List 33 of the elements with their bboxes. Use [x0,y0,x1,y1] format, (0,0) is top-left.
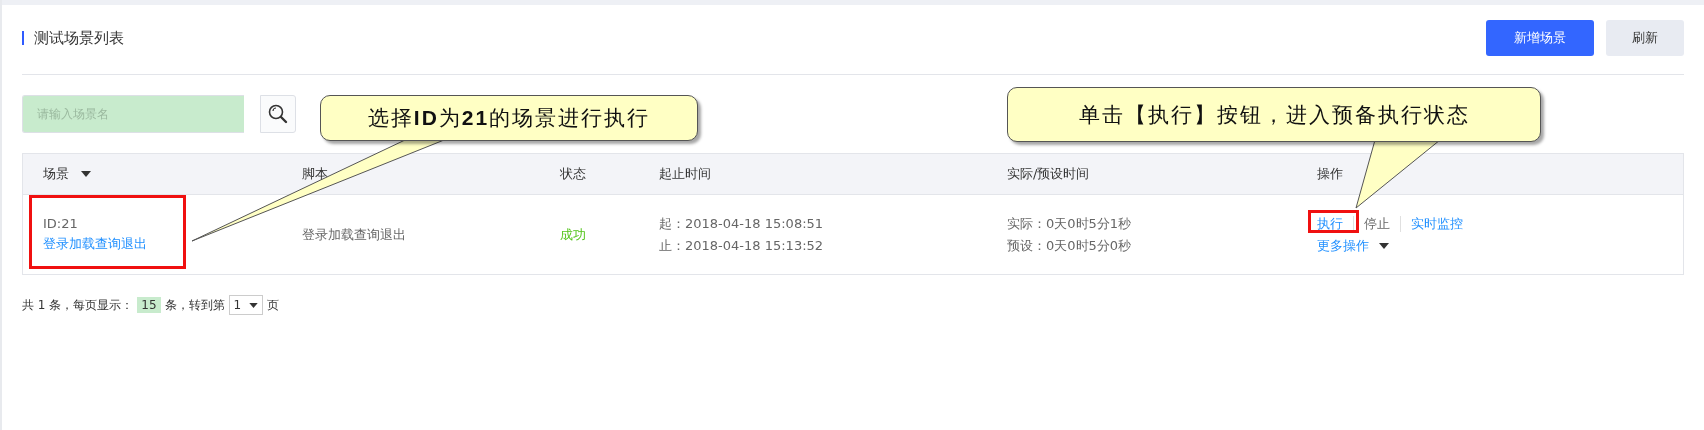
end-time: 止：2018-04-18 15:13:52 [659,236,824,255]
caret-icon[interactable] [1379,242,1389,249]
pager-text: 条，转到第 [164,296,225,314]
page-select[interactable]: 1 [228,295,264,315]
caret-icon[interactable] [249,302,259,308]
header-button[interactable]: 刷新 [1606,20,1684,56]
column-header: 操作 [1317,165,1343,183]
search-icon [267,103,289,125]
start-time: 起：2018-04-18 15:08:51 [659,214,824,233]
scene-name-link[interactable]: 登录加载查询退出 [43,235,147,253]
action-link[interactable]: 实时监控 [1411,214,1463,233]
actual-time: 实际：0天0时5分1秒 [1007,214,1132,233]
page-size-field[interactable]: 15 [137,297,161,313]
column-header: 起止时间 [659,165,711,183]
more-actions-link[interactable]: 更多操作 [1317,236,1369,255]
pager-text: 共 1 条，每页显示： [22,296,134,314]
page-title: 测试场景列表 [22,31,124,45]
search-button[interactable] [260,95,296,133]
action-link[interactable]: 停止 [1364,214,1390,233]
sort-caret-icon[interactable] [81,171,91,177]
column-header: 场景 [43,165,69,183]
column-header: 实际/预设时间 [1007,165,1090,183]
status-text: 成功 [560,225,586,244]
highlight-frame [1308,210,1359,233]
column-header: 脚本 [302,165,328,183]
preset-time: 预设：0天0时5分0秒 [1007,236,1132,255]
scene-id: ID:21 [43,216,78,231]
table-cell: 登录加载查询退出 [302,225,406,244]
callout-bubble: 选择ID为21的场景进行执行 [320,95,698,141]
action-link[interactable]: 执行 [1317,214,1343,233]
header-button[interactable]: 新增场景 [1486,20,1594,56]
column-header: 状态 [560,165,586,183]
pager-text: 页 [267,296,280,314]
